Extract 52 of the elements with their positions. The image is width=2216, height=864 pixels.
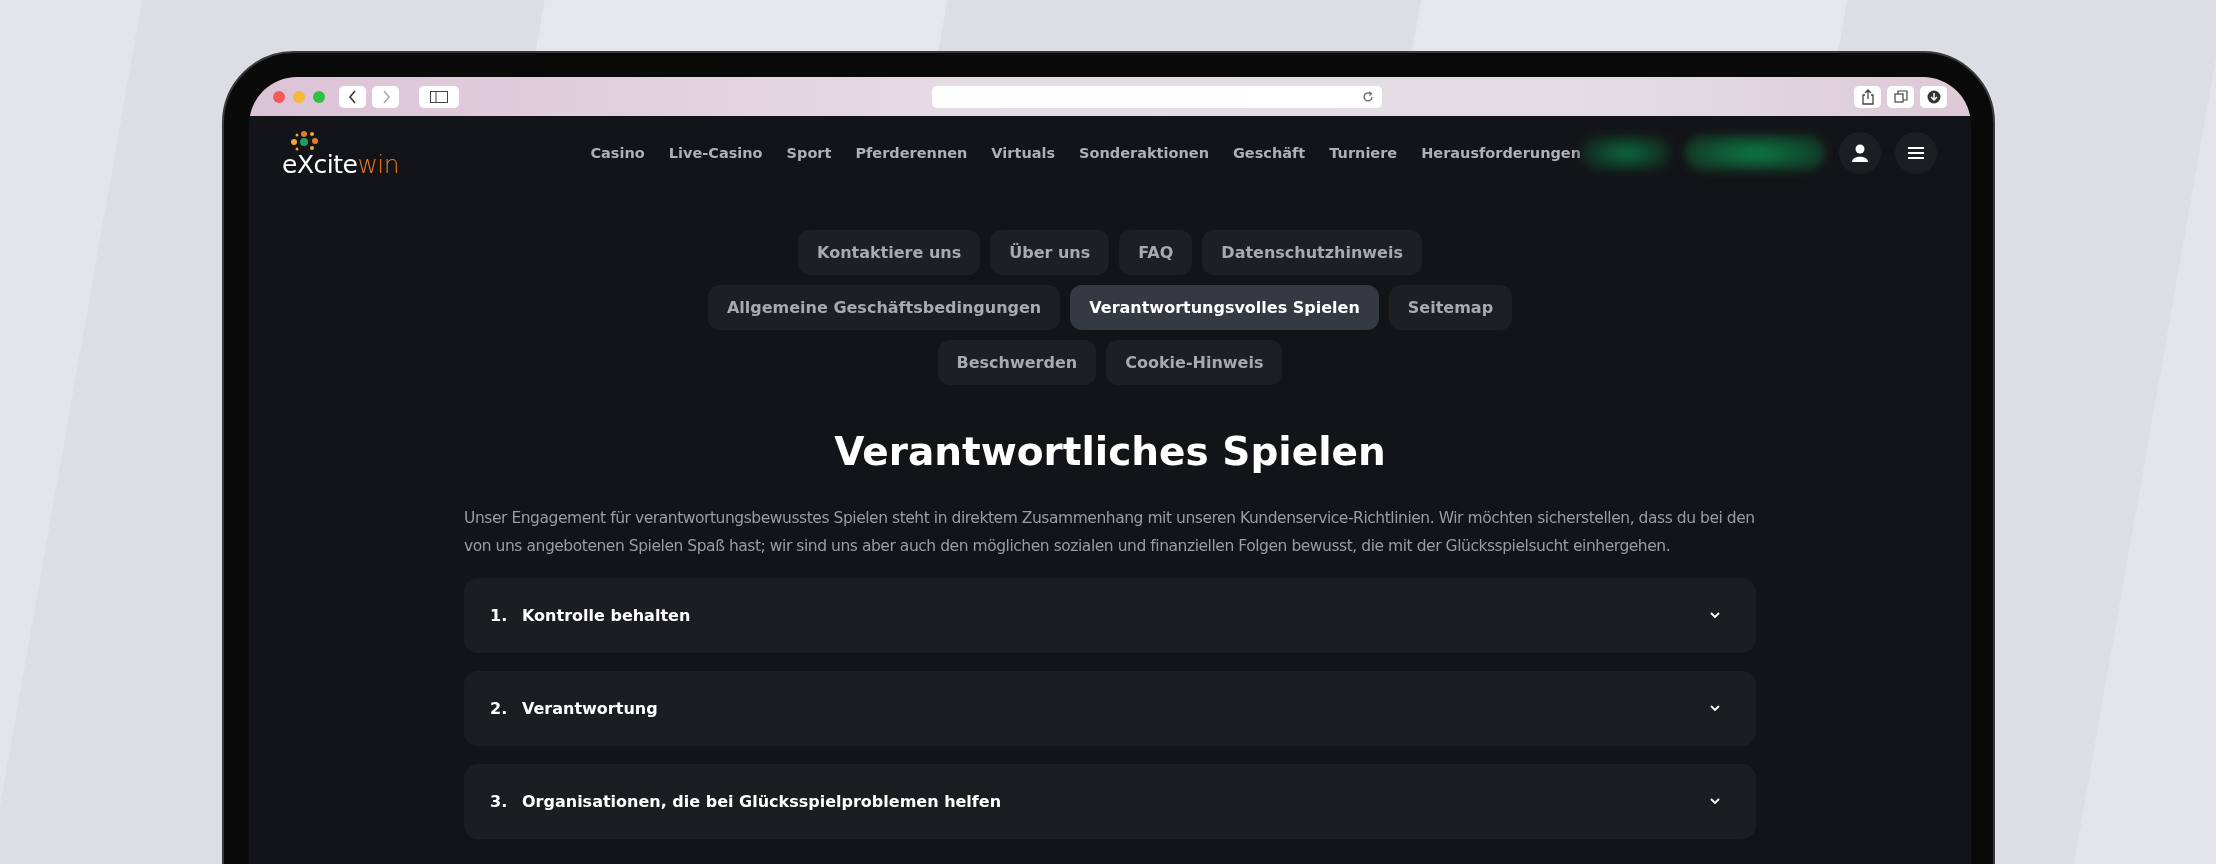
tabs-icon	[1893, 89, 1908, 104]
tabs-button[interactable]	[1887, 85, 1914, 108]
share-icon	[1860, 88, 1875, 105]
logo[interactable]: eXcitewin	[282, 129, 441, 177]
user-icon	[1852, 144, 1868, 162]
chevron-icon	[1710, 704, 1720, 712]
tab[interactable]: Beschwerden	[937, 340, 1097, 385]
back-button[interactable]	[339, 85, 366, 108]
section-number: 2.	[490, 698, 509, 718]
chevron-icon	[1710, 611, 1720, 619]
page-title: Verantwortliches Spielen	[834, 429, 1386, 476]
tab[interactable]: Datenschutzhinweis	[1202, 230, 1422, 275]
nav-link[interactable]: Sonderaktionen	[1079, 145, 1209, 161]
download-icon	[1926, 89, 1941, 104]
back-icon	[346, 89, 359, 104]
nav-link[interactable]: Pferderennen	[855, 145, 968, 161]
sidebar-button[interactable]	[419, 85, 459, 108]
sidebar-icon	[430, 90, 448, 103]
accordion-item[interactable]: 1. Kontrolle behalten	[464, 577, 1756, 653]
section-title: Organisationen, die bei Glücksspielproblemen helfen	[522, 791, 1003, 811]
account-button[interactable]	[1839, 132, 1881, 174]
tab[interactable]: Allgemeine Geschäftsbedingungen	[707, 285, 1061, 330]
nav-link[interactable]: Casino	[590, 145, 645, 161]
tab[interactable]: Verantwortungsvolles Spielen	[1070, 285, 1379, 330]
nav-link[interactable]: Virtuals	[991, 145, 1056, 161]
reload-icon[interactable]	[1361, 90, 1374, 103]
nav-link[interactable]: Herausforderungen	[1421, 145, 1581, 161]
menu-button[interactable]	[1895, 132, 1937, 174]
blurred-button[interactable]	[1581, 135, 1671, 171]
nav-link[interactable]: Geschäft	[1232, 145, 1306, 161]
nav-link[interactable]: Sport	[786, 145, 832, 161]
share-button[interactable]	[1854, 85, 1881, 108]
tab[interactable]: Seitemap	[1388, 285, 1513, 330]
section-title: Verantwortung	[522, 698, 659, 718]
intro-paragraph: Unser Engagement für verantwortungsbewusstes Spielen steht in direktem Zusammenhang mit unseren Kundenservice-Richtlinien. Wir möchten sicherstellen, dass du bei den von uns angebotenen Spielen Spaß hast; wir sind uns aber auch den möglichen sozialen und finanziellen Folgen bewusst, die mit der Glücksspielsucht einhergehen.	[464, 507, 1756, 557]
accordion-item[interactable]: 2. Verantwortung	[464, 670, 1756, 746]
menu-icon	[1908, 147, 1924, 159]
nav-link[interactable]: Turniere	[1329, 145, 1398, 161]
tab[interactable]: Cookie-Hinweis	[1106, 340, 1283, 385]
accordion-item[interactable]: 3. Organisationen, die bei Glücksspielproblemen helfen	[464, 763, 1756, 839]
section-number: 1.	[490, 605, 509, 625]
tab[interactable]: Kontaktiere uns	[798, 230, 981, 275]
blurred-button[interactable]	[1685, 135, 1825, 171]
tab[interactable]: Über uns	[990, 230, 1110, 275]
forward-button[interactable]	[372, 85, 399, 108]
download-button[interactable]	[1920, 85, 1947, 108]
tab[interactable]: FAQ	[1119, 230, 1193, 275]
section-title: Kontrolle behalten	[522, 605, 692, 625]
close-window-icon[interactable]	[273, 90, 285, 103]
section-number: 3.	[490, 791, 509, 811]
nav-link[interactable]: Live-Casino	[668, 145, 763, 161]
chevron-icon	[1710, 797, 1720, 805]
